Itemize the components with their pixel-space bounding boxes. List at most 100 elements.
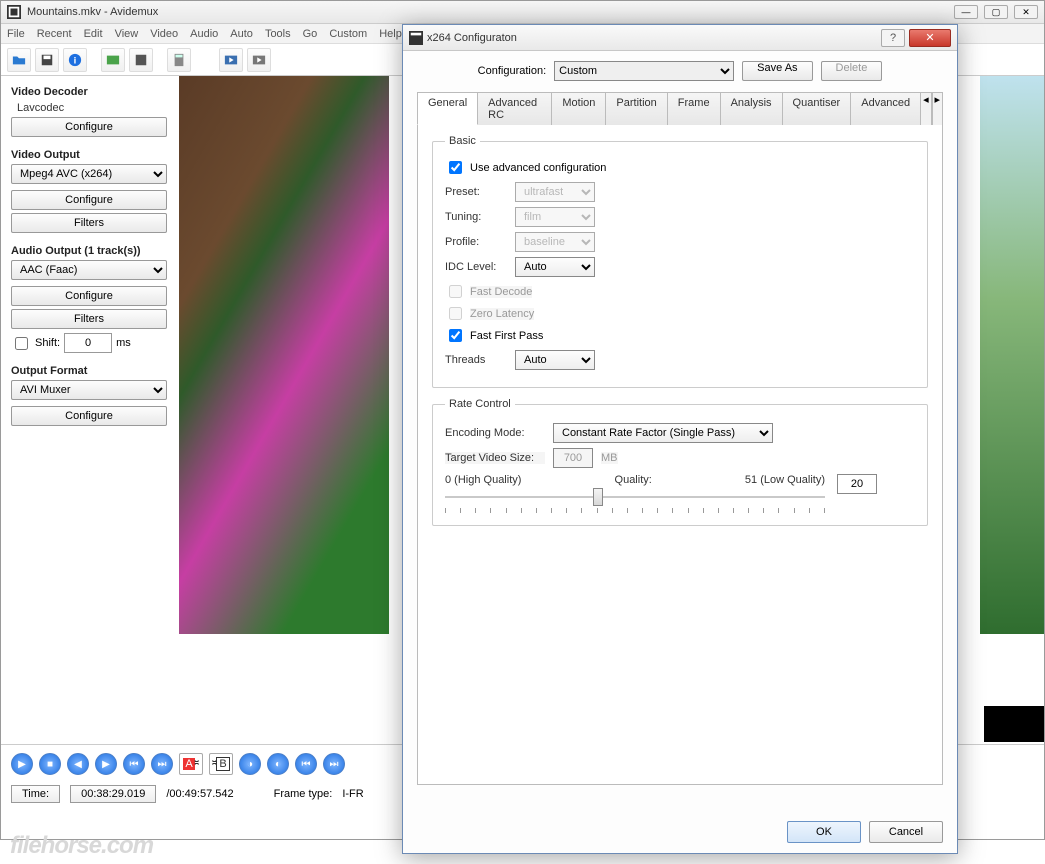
- video-decoder-codec: Lavcodec: [17, 102, 169, 114]
- time-value[interactable]: 00:38:29.019: [70, 785, 156, 803]
- quality-value-input[interactable]: [837, 474, 877, 494]
- target-size-unit: MB: [601, 452, 618, 464]
- threads-select[interactable]: Auto: [515, 350, 595, 370]
- calculator-icon[interactable]: [167, 48, 191, 72]
- slider-thumb-icon[interactable]: [593, 488, 603, 506]
- preview-frame-right: [980, 76, 1044, 634]
- fast-first-pass-checkbox[interactable]: [449, 329, 462, 342]
- preview-frame-left: [179, 76, 389, 634]
- quality-slider[interactable]: [445, 488, 825, 508]
- profile-label: Profile:: [445, 236, 507, 248]
- next-frame-button[interactable]: ▶: [95, 753, 117, 775]
- set-marker-a-button[interactable]: A⎶: [179, 753, 203, 775]
- menu-edit[interactable]: Edit: [84, 28, 103, 40]
- maximize-button[interactable]: ▢: [984, 5, 1008, 19]
- basic-fieldset: Basic Use advanced configuration Preset:…: [432, 135, 928, 388]
- info-icon[interactable]: i: [63, 48, 87, 72]
- set-marker-b-button[interactable]: ⎶B: [209, 753, 233, 775]
- open-icon[interactable]: [7, 48, 31, 72]
- image-save-icon[interactable]: [129, 48, 153, 72]
- output-format-title: Output Format: [11, 365, 169, 377]
- tabs: General Advanced RC Motion Partition Fra…: [417, 91, 943, 125]
- tab-partition[interactable]: Partition: [605, 92, 667, 125]
- menu-recent[interactable]: Recent: [37, 28, 72, 40]
- ok-button[interactable]: OK: [787, 821, 861, 843]
- goto-end-button[interactable]: ⏭: [323, 753, 345, 775]
- audio-output-configure-button[interactable]: Configure: [11, 286, 167, 306]
- video-output-select[interactable]: Mpeg4 AVC (x264): [11, 164, 167, 184]
- config-select[interactable]: Custom: [554, 61, 734, 81]
- tab-frame[interactable]: Frame: [667, 92, 721, 125]
- tab-scroll-left[interactable]: ◂: [920, 92, 931, 125]
- output-format-configure-button[interactable]: Configure: [11, 406, 167, 426]
- encoding-mode-select[interactable]: Constant Rate Factor (Single Pass): [553, 423, 773, 443]
- video-output-configure-button[interactable]: Configure: [11, 190, 167, 210]
- dialog-close-button[interactable]: ✕: [909, 29, 951, 47]
- use-advanced-checkbox[interactable]: [449, 161, 462, 174]
- stop-button[interactable]: ■: [39, 753, 61, 775]
- goto-start-button[interactable]: ⏮: [295, 753, 317, 775]
- audio-output-select[interactable]: AAC (Faac): [11, 260, 167, 280]
- video-output-filters-button[interactable]: Filters: [11, 213, 167, 233]
- save-icon[interactable]: [35, 48, 59, 72]
- window-title: Mountains.mkv - Avidemux: [27, 6, 954, 18]
- dialog-titlebar: x264 Configuraton ? ✕: [403, 25, 957, 51]
- idc-select[interactable]: Auto: [515, 257, 595, 277]
- play-input-icon[interactable]: [219, 48, 243, 72]
- slider-ticks: [445, 508, 825, 513]
- next-keyframe-button[interactable]: ⏭: [151, 753, 173, 775]
- quality-low-label: 0 (High Quality): [445, 474, 521, 486]
- close-button[interactable]: ✕: [1014, 5, 1038, 19]
- menu-help[interactable]: Help: [379, 28, 402, 40]
- fast-decode-label: Fast Decode: [470, 286, 532, 298]
- prev-black-button[interactable]: ◑: [239, 753, 261, 775]
- menu-go[interactable]: Go: [303, 28, 318, 40]
- tab-scroll-right[interactable]: ▸: [932, 92, 943, 125]
- watermark: filehorse.com: [10, 832, 153, 860]
- play-button[interactable]: ▶: [11, 753, 33, 775]
- time-label-button[interactable]: Time:: [11, 785, 60, 803]
- image-open-icon[interactable]: [101, 48, 125, 72]
- tab-analysis[interactable]: Analysis: [720, 92, 783, 125]
- menu-view[interactable]: View: [115, 28, 139, 40]
- menu-video[interactable]: Video: [150, 28, 178, 40]
- next-black-button[interactable]: ◐: [267, 753, 289, 775]
- app-icon: [7, 5, 21, 19]
- fast-decode-checkbox: [449, 285, 462, 298]
- frame-type-label: Frame type:: [274, 788, 333, 800]
- save-as-button[interactable]: Save As: [742, 61, 812, 81]
- x264-config-dialog: x264 Configuraton ? ✕ Configuration: Cus…: [402, 24, 958, 854]
- video-decoder-title: Video Decoder: [11, 86, 169, 98]
- frame-type-value: I-FR: [342, 788, 363, 800]
- target-size-input: [553, 448, 593, 468]
- menu-tools[interactable]: Tools: [265, 28, 291, 40]
- shift-checkbox[interactable]: [15, 337, 28, 350]
- prev-frame-button[interactable]: ◀: [67, 753, 89, 775]
- tab-quantiser[interactable]: Quantiser: [782, 92, 852, 125]
- menu-auto[interactable]: Auto: [230, 28, 253, 40]
- tab-advanced[interactable]: Advanced: [850, 92, 921, 125]
- preset-select: ultrafast: [515, 182, 595, 202]
- tab-advanced-rc[interactable]: Advanced RC: [477, 92, 552, 125]
- main-titlebar: Mountains.mkv - Avidemux — ▢ ✕: [1, 1, 1044, 24]
- tab-motion[interactable]: Motion: [551, 92, 606, 125]
- threads-label: Threads: [445, 354, 507, 366]
- shift-value-input[interactable]: [64, 333, 112, 353]
- shift-label: Shift:: [35, 337, 60, 349]
- delete-button: Delete: [821, 61, 883, 81]
- menu-custom[interactable]: Custom: [329, 28, 367, 40]
- video-decoder-configure-button[interactable]: Configure: [11, 117, 167, 137]
- tab-general[interactable]: General: [417, 92, 478, 125]
- idc-label: IDC Level:: [445, 261, 507, 273]
- audio-output-filters-button[interactable]: Filters: [11, 309, 167, 329]
- menu-audio[interactable]: Audio: [190, 28, 218, 40]
- cancel-button[interactable]: Cancel: [869, 821, 943, 843]
- dialog-help-button[interactable]: ?: [881, 29, 905, 47]
- menu-file[interactable]: File: [7, 28, 25, 40]
- play-output-icon[interactable]: [247, 48, 271, 72]
- output-format-select[interactable]: AVI Muxer: [11, 380, 167, 400]
- dialog-title: x264 Configuraton: [427, 32, 881, 44]
- prev-keyframe-button[interactable]: ⏮: [123, 753, 145, 775]
- zero-latency-checkbox: [449, 307, 462, 320]
- minimize-button[interactable]: —: [954, 5, 978, 19]
